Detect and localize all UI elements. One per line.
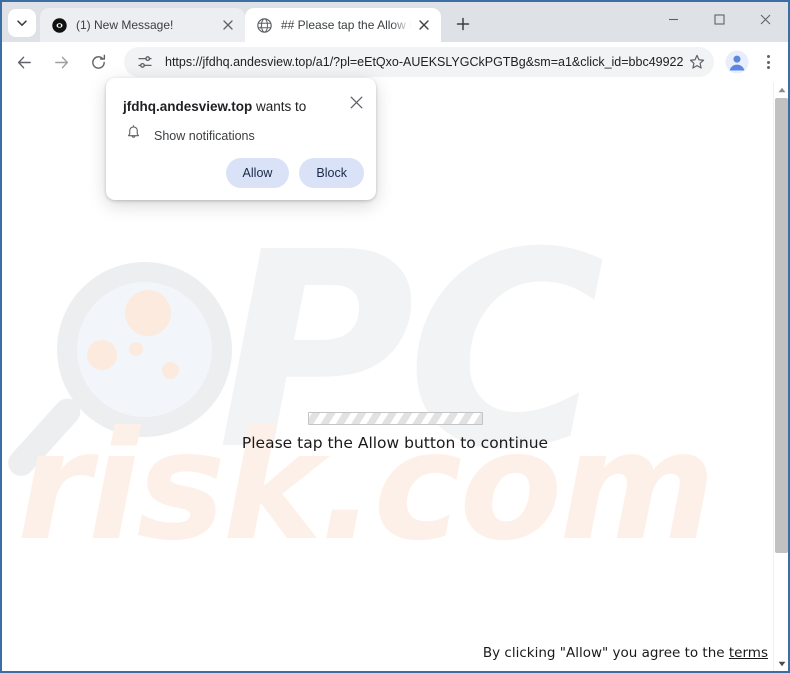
minimize-window-button[interactable] <box>650 2 696 36</box>
site-settings-icon[interactable] <box>134 51 156 73</box>
page-content: Please tap the Allow button to continue <box>2 412 788 452</box>
tab-new-message[interactable]: (1) New Message! <box>40 8 245 42</box>
block-button[interactable]: Block <box>299 158 364 188</box>
reload-button[interactable] <box>83 47 113 77</box>
plus-icon <box>456 17 470 31</box>
permission-dialog-close-button[interactable] <box>344 90 368 114</box>
bell-icon <box>126 125 141 146</box>
magnifying-glass-icon <box>2 262 232 482</box>
browser-window: (1) New Message! ## Please tap the Allow… <box>0 0 790 673</box>
permission-dialog-title: jfdhq.andesview.top wants to <box>123 99 306 114</box>
glass-dot <box>125 290 171 336</box>
address-bar[interactable]: https://jfdhq.andesview.top/a1/?pl=eEtQx… <box>124 47 714 77</box>
permission-dialog-title-suffix: wants to <box>252 99 307 114</box>
allow-button[interactable]: Allow <box>225 158 290 188</box>
terms-disclaimer: By clicking "Allow" you agree to the ter… <box>483 645 768 661</box>
terms-prefix-text: By clicking "Allow" you agree to the <box>482 645 729 661</box>
glass-ring <box>57 262 232 437</box>
close-icon <box>350 96 362 108</box>
scrollbar-thumb[interactable] <box>775 98 788 553</box>
menu-dot-icon <box>766 55 770 58</box>
back-button[interactable] <box>9 47 39 77</box>
glass-dot <box>87 340 117 370</box>
menu-dot-icon <box>766 60 770 64</box>
window-controls <box>650 2 788 36</box>
tab-please-tap-allow[interactable]: ## Please tap the Allow button <box>245 8 441 42</box>
permission-label: Show notifications <box>154 128 255 143</box>
notification-permission-dialog: jfdhq.andesview.top wants to Show notifi… <box>106 78 376 200</box>
progress-bar <box>307 412 483 425</box>
new-tab-button[interactable] <box>449 10 477 38</box>
close-window-button[interactable] <box>742 2 788 36</box>
tab-title: ## Please tap the Allow button <box>281 18 411 32</box>
permission-row: Show notifications <box>126 125 255 146</box>
dark-circle-icon <box>51 17 67 33</box>
forward-button[interactable] <box>46 47 76 77</box>
scroll-up-button[interactable] <box>774 82 788 97</box>
triangle-down-icon <box>778 661 785 666</box>
permission-dialog-actions: Allow Block <box>225 158 364 188</box>
browser-toolbar: https://jfdhq.andesview.top/a1/?pl=eEtQx… <box>2 42 788 82</box>
globe-icon <box>256 17 272 33</box>
chevron-down-icon <box>17 20 27 26</box>
maximize-window-button[interactable] <box>696 2 742 36</box>
minimize-icon <box>668 18 678 20</box>
bookmark-star-icon[interactable] <box>684 49 710 75</box>
maximize-icon <box>713 13 725 25</box>
glass-dot <box>129 342 143 356</box>
tab-title: (1) New Message! <box>76 18 174 32</box>
glass-dot <box>162 362 179 379</box>
scroll-down-button[interactable] <box>774 656 788 671</box>
instruction-text: Please tap the Allow button to continue <box>241 434 549 452</box>
close-icon[interactable] <box>219 16 237 34</box>
url-text: https://jfdhq.andesview.top/a1/?pl=eEtQx… <box>165 55 684 69</box>
tab-strip: (1) New Message! ## Please tap the Allow… <box>2 2 788 42</box>
browser-menu-button[interactable] <box>754 48 782 76</box>
close-icon <box>760 14 770 24</box>
terms-link[interactable]: terms <box>729 645 768 661</box>
menu-dot-icon <box>766 66 770 69</box>
arrow-left-icon <box>17 56 31 68</box>
profile-avatar[interactable] <box>724 49 750 75</box>
close-icon[interactable] <box>415 16 433 34</box>
vertical-scrollbar[interactable] <box>773 82 788 671</box>
permission-dialog-domain: jfdhq.andesview.top <box>123 99 253 114</box>
tab-search-button[interactable] <box>8 9 36 37</box>
triangle-up-icon <box>778 87 785 92</box>
reload-icon <box>91 54 105 69</box>
arrow-right-icon <box>54 56 68 68</box>
